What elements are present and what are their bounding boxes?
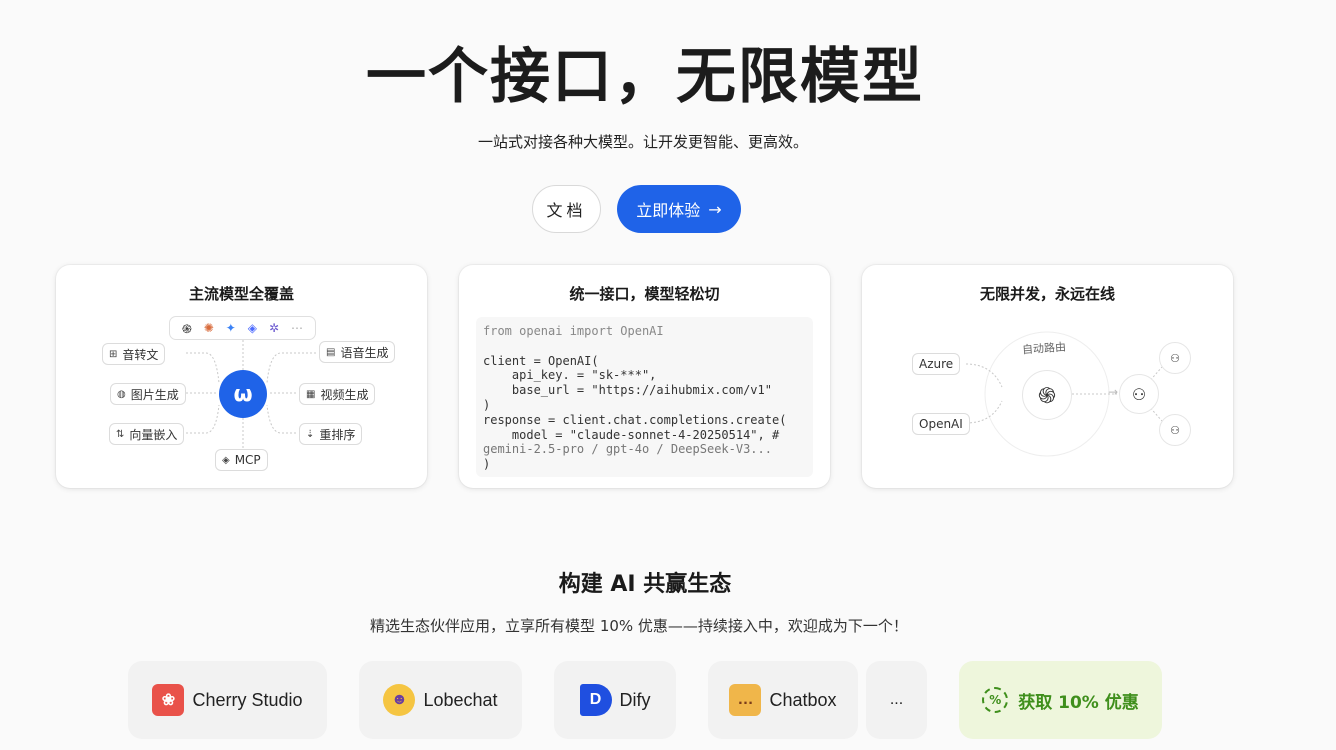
cherry-studio-logo-icon: ❀	[152, 684, 185, 716]
card-unified-api-title: 统一接口，模型轻松切	[569, 285, 720, 303]
user-node-top: ⚇	[1159, 342, 1191, 374]
hero-subtitle: 一站式对接各种大模型。让开发更智能、更高效。	[477, 133, 808, 151]
discount-badge-icon: %	[982, 687, 1009, 713]
ecosystem-title: 构建 AI 共赢生态	[558, 572, 732, 597]
more-icon: ⋯	[290, 321, 303, 335]
chip-rerank: ⇣ 重排序	[299, 423, 363, 445]
code-snippet: from openai import OpenAI client = OpenA…	[476, 317, 813, 477]
users-icon: ⚇	[1131, 384, 1147, 404]
hub-logo: ω	[219, 370, 267, 418]
try-now-label: 立即体验	[636, 201, 701, 220]
provider-openai: OpenAI	[912, 413, 970, 435]
openai-icon: ֍	[1038, 383, 1056, 409]
palette-icon: ◍	[117, 388, 126, 400]
ecosystem-subtitle: 精选生态伙伴应用，立享所有模型 10% 优惠——持续接入中，欢迎成为下一个！	[370, 617, 908, 635]
chip-video-gen: ▦ 视频生成	[299, 383, 376, 405]
card-model-coverage: 主流模型全覆盖 ֍ ✺ ✦ ◈ ✲ ⋯ ⊞ 音转文 ◍ 图片生成 ⇅ 向量嵌入 …	[56, 265, 427, 488]
user-icon: ⚇	[1170, 351, 1180, 365]
lobechat-logo-icon: ☻	[383, 684, 416, 716]
docs-button[interactable]: 文档	[532, 185, 601, 233]
gemini-icon: ✦	[225, 321, 236, 335]
partner-cherry-studio[interactable]: ❀ Cherry Studio	[128, 661, 327, 739]
dify-logo-icon: D	[579, 684, 612, 716]
model-icon-strip: ֍ ✺ ✦ ◈ ✲ ⋯	[169, 316, 316, 340]
openai-icon: ֍	[181, 321, 192, 336]
auto-route-label: 自动路由	[1021, 340, 1067, 357]
get-discount-button[interactable]: % 获取 10% 优惠	[959, 661, 1162, 739]
chip-tts: ▤ 语音生成	[319, 341, 396, 363]
docs-button-label: 文档	[546, 201, 587, 220]
arrow-right-icon: →	[1108, 385, 1119, 399]
card-unified-api: 统一接口，模型轻松切 from openai import OpenAI cli…	[459, 265, 830, 488]
hero-title: 一个接口，无限模型	[366, 42, 924, 112]
chip-mcp: ◈ MCP	[215, 449, 268, 471]
chip-image-gen: ◍ 图片生成	[110, 383, 186, 405]
partner-more[interactable]: ...	[866, 661, 927, 739]
mcp-icon: ◈	[222, 454, 230, 466]
chip-vector-embed: ⇅ 向量嵌入	[109, 423, 185, 445]
partner-chatbox[interactable]: … Chatbox	[708, 661, 858, 739]
sort-icon: ⇅	[116, 428, 125, 440]
qwen-icon: ✲	[268, 321, 280, 335]
audio-text-icon: ⊞	[109, 348, 118, 360]
chip-speech-to-text: ⊞ 音转文	[102, 343, 166, 365]
file-icon: ▤	[326, 346, 336, 358]
chatbox-logo-icon: …	[729, 684, 762, 716]
users-node: ⚇	[1119, 374, 1159, 414]
partner-lobechat[interactable]: ☻ Lobechat	[359, 661, 522, 739]
aihubmix-logo-icon: ω	[233, 381, 253, 407]
user-node-bottom: ⚇	[1159, 414, 1191, 446]
provider-azure: Azure	[912, 353, 961, 375]
try-now-button[interactable]: 立即体验 →	[617, 185, 741, 233]
arrow-right-icon: →	[708, 199, 722, 219]
claude-icon: ✺	[203, 321, 214, 335]
user-icon: ⚇	[1170, 423, 1180, 437]
get-discount-label: 获取 10% 优惠	[1018, 692, 1139, 713]
card-concurrency: 无限并发，永远在线 自动路由 Azure OpenAI ֍ → ⚇ ⚇ ⚇	[862, 265, 1233, 488]
arrow-sort-icon: ⇣	[306, 428, 315, 440]
partner-dify[interactable]: D Dify	[554, 661, 676, 739]
film-icon: ▦	[306, 388, 316, 400]
router-node: ֍	[1022, 370, 1072, 420]
deepseek-icon: ◈	[247, 321, 257, 335]
